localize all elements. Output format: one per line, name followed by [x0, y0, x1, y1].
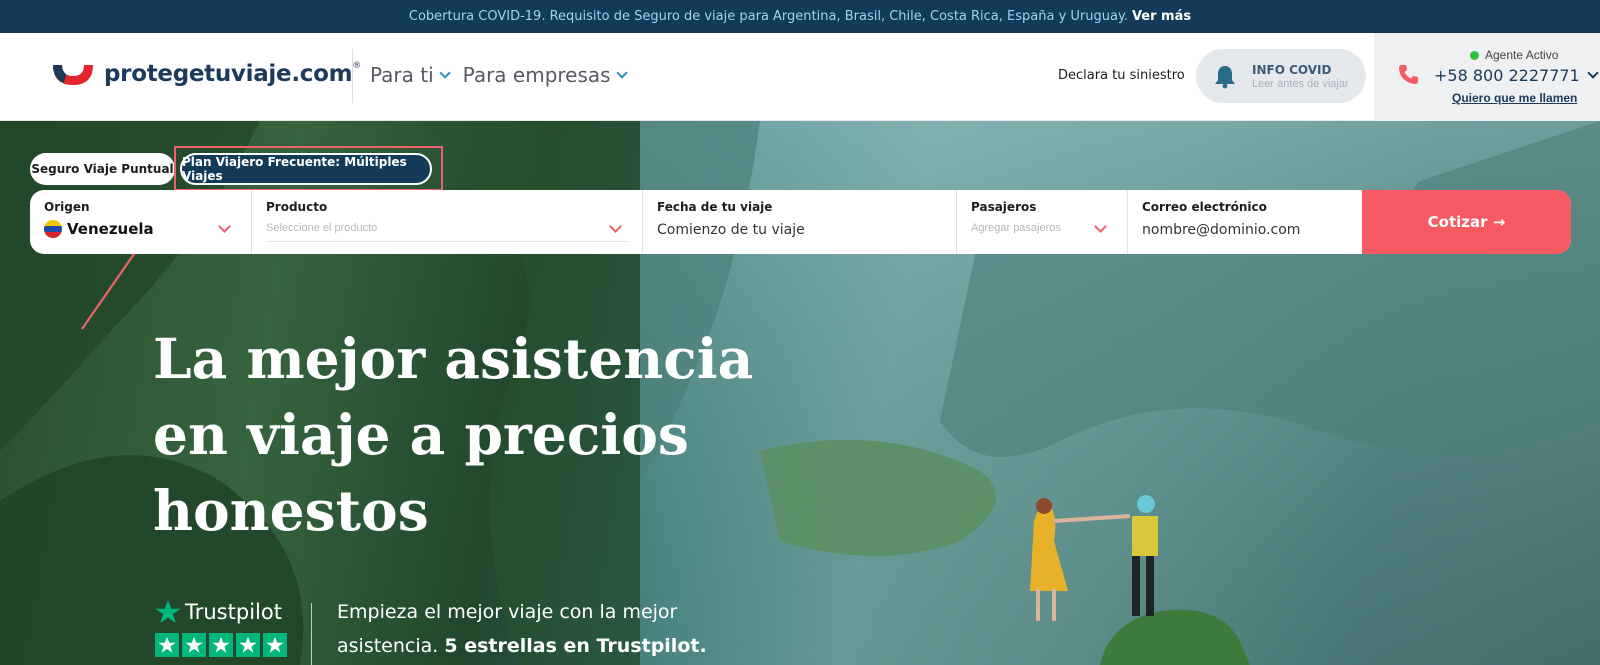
product-select[interactable]: Producto Seleccione el producto: [252, 190, 643, 254]
info-covid-button[interactable]: INFO COVID Leer antes de viajar: [1196, 49, 1366, 103]
email-field[interactable]: Correo electrónico nombre@dominio.com: [1128, 190, 1362, 254]
travel-date-field[interactable]: Fecha de tu viaje Comienzo de tu viaje: [643, 190, 957, 254]
contact-panel: Agente Activo +58 800 2227771 Quiero que…: [1374, 33, 1600, 121]
quote-search-form: Origen Venezuela Producto Seleccione el …: [30, 190, 1571, 254]
star-icon: [182, 633, 206, 657]
star-icon: [236, 633, 260, 657]
site-header: protegetuviaje.com® Para ti Para empresa…: [0, 33, 1600, 121]
request-callback-link[interactable]: Quiero que me llamen: [1452, 91, 1577, 105]
logo-text: protegetuviaje.com®: [104, 61, 361, 87]
trustpilot-text: Empieza el mejor viaje con la mejor asis…: [337, 601, 707, 657]
tab-seguro-viaje-puntual[interactable]: Seguro Viaje Puntual: [30, 153, 175, 185]
passengers-select[interactable]: Pasajeros Agregar pasajeros: [957, 190, 1128, 254]
hero-headline: La mejor asistencia en viaje a precios h…: [153, 326, 754, 543]
phone-number[interactable]: +58 800 2227771: [1434, 66, 1599, 85]
trustpilot-star-icon: [155, 600, 181, 624]
covid-announcement-bar: Cobertura COVID-19. Requisito de Seguro …: [0, 0, 1600, 33]
quote-button[interactable]: Cotizar →: [1362, 190, 1571, 254]
trustpilot-divider: [311, 603, 312, 665]
star-icon: [155, 633, 179, 657]
origin-select[interactable]: Origen Venezuela: [30, 190, 252, 254]
chevron-down-icon: [615, 66, 628, 79]
agent-status: Agente Activo: [1470, 48, 1558, 62]
email-value: nombre@dominio.com: [1142, 222, 1301, 238]
declare-claim-link[interactable]: Declara tu siniestro: [1058, 68, 1185, 83]
logo-mark-icon: [53, 65, 93, 85]
product-underline: [266, 241, 628, 242]
nav-para-empresas[interactable]: Para empresas: [463, 63, 628, 87]
email-label: Correo electrónico: [1142, 200, 1267, 214]
main-nav: Para ti Para empresas: [370, 63, 628, 87]
covid-subtitle: Leer antes de viajar: [1252, 77, 1349, 90]
origin-value: Venezuela: [44, 220, 237, 238]
site-logo[interactable]: protegetuviaje.com®: [50, 59, 361, 89]
product-label: Producto: [266, 200, 328, 214]
bell-icon: [1215, 66, 1235, 89]
star-icon: [209, 633, 233, 657]
product-placeholder: Seleccione el producto: [266, 222, 378, 234]
passengers-label: Pasajeros: [971, 200, 1037, 214]
trustpilot-rating-stars: [155, 633, 287, 657]
hero-section: Seguro Viaje Puntual Plan Viajero Frecue…: [0, 121, 1600, 665]
venezuela-flag-icon: [44, 220, 62, 238]
nav-para-ti[interactable]: Para ti: [370, 63, 451, 87]
travel-date-label: Fecha de tu viaje: [657, 200, 773, 214]
travel-date-value: Comienzo de tu viaje: [657, 222, 805, 238]
origin-label: Origen: [44, 200, 90, 214]
announcement-text: Cobertura COVID-19. Requisito de Seguro …: [408, 9, 1128, 24]
online-dot-icon: [1470, 50, 1479, 60]
annotation-highlight-box: [174, 146, 443, 191]
phone-icon: [1399, 65, 1418, 84]
see-more-link[interactable]: Ver más: [1132, 9, 1191, 24]
header-divider: [352, 49, 353, 103]
passengers-placeholder: Agregar pasajeros: [971, 222, 1061, 234]
trustpilot-logo[interactable]: Trustpilot: [155, 599, 282, 625]
chevron-down-icon: [438, 66, 451, 79]
chevron-down-icon: [1587, 67, 1599, 79]
covid-title: INFO COVID: [1252, 62, 1332, 77]
star-icon: [263, 633, 287, 657]
